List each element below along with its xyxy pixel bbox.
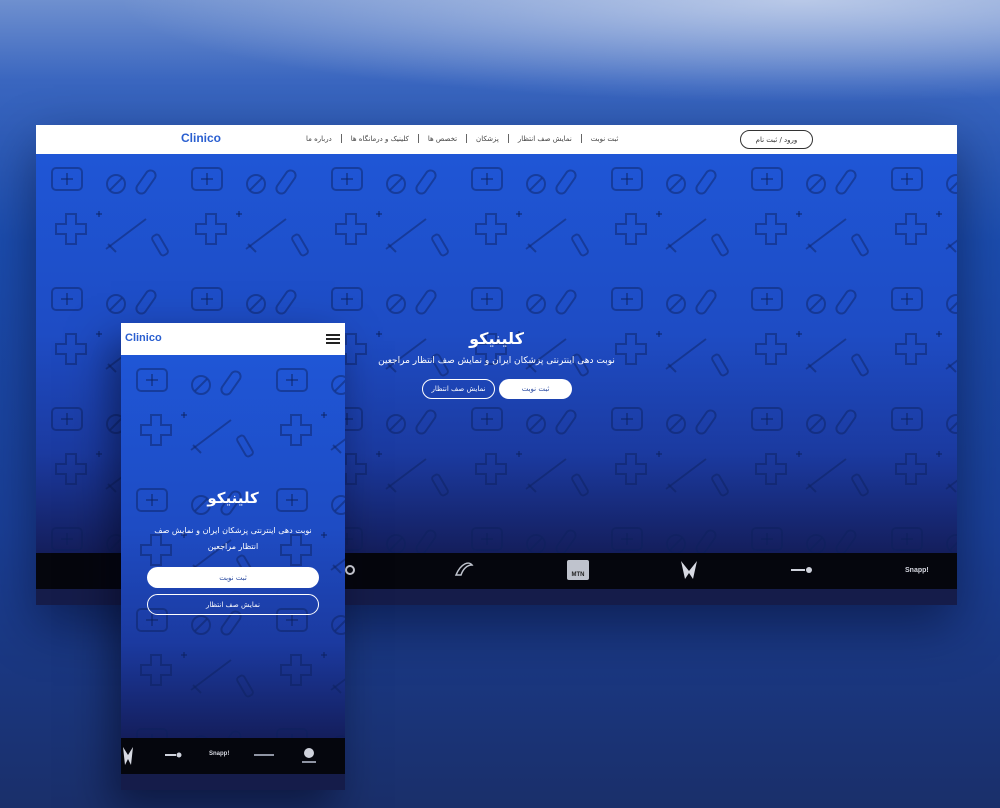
desktop-nav-menu: ثبت نوبت نمایش صف انتظار پزشکان تخصص ها … — [306, 134, 618, 143]
mobile-partner-logos-strip: Snapp! — [121, 738, 345, 774]
mobile-mockup: Clinico کلینیکو نوبت دهی اینترنتی پزشکان… — [121, 323, 345, 790]
digikala-logo — [791, 567, 812, 573]
partner-logo — [254, 754, 274, 756]
nav-item-specialties[interactable]: تخصص ها — [428, 135, 457, 143]
hamburger-icon[interactable] — [326, 334, 340, 344]
nav-separator — [340, 134, 342, 143]
mobile-hero-subtitle: نوبت دهی اینترنتی پزشکان ایران و نمایش ص… — [154, 526, 312, 551]
nav-separator — [507, 134, 509, 143]
emblem-logo — [302, 748, 316, 763]
nav-item-about[interactable]: درباره ما — [306, 135, 332, 143]
nav-item-clinics[interactable]: کلینیک و درمانگاه ها — [351, 135, 409, 143]
book-appointment-button[interactable]: ثبت نوبت — [499, 379, 572, 399]
nav-separator — [580, 134, 582, 143]
desktop-brand-logo[interactable]: Clinico — [181, 131, 221, 145]
mtn-text: MTN — [572, 572, 585, 578]
mobile-show-queue-button[interactable]: نمایش صف انتظار — [147, 594, 319, 615]
nav-item-doctors[interactable]: پزشکان — [476, 135, 499, 143]
nav-item-book-appointment[interactable]: ثبت نوبت — [591, 135, 619, 143]
nav-item-queue[interactable]: نمایش صف انتظار — [518, 135, 572, 143]
nav-separator — [466, 134, 468, 143]
digikala-logo — [165, 752, 182, 758]
mobile-hero: کلینیکو نوبت دهی اینترنتی پزشکان ایران و… — [121, 355, 345, 738]
mobile-book-appointment-button[interactable]: ثبت نوبت — [147, 567, 319, 588]
snapp-logo: Snapp! — [905, 567, 929, 574]
mobile-brand-logo[interactable]: Clinico — [125, 332, 162, 344]
background-glow — [0, 0, 1000, 120]
university-logo — [123, 747, 133, 765]
mobile-hero-title: کلینیکو — [207, 489, 259, 507]
mobile-footer-edge — [121, 774, 345, 790]
university-logo — [681, 561, 697, 579]
airline-logo — [454, 562, 474, 576]
show-queue-button[interactable]: نمایش صف انتظار — [422, 379, 495, 399]
login-register-button[interactable]: ورود / ثبت نام — [740, 130, 813, 149]
nav-separator — [417, 134, 419, 143]
desktop-navbar: Clinico ثبت نوبت نمایش صف انتظار پزشکان … — [36, 125, 957, 154]
mobile-navbar: Clinico — [121, 323, 345, 355]
mtn-irancell-logo: MTN — [567, 560, 589, 580]
snapp-logo: Snapp! — [209, 751, 230, 757]
